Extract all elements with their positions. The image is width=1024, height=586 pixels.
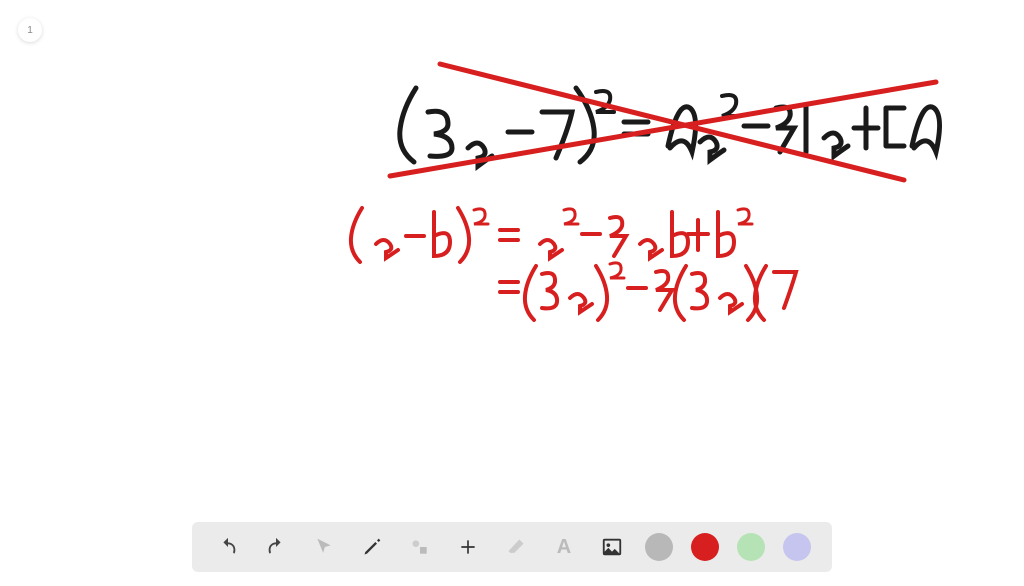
- redo-icon: [265, 536, 287, 558]
- equation-line-2: [351, 208, 752, 262]
- undo-button[interactable]: [213, 532, 243, 562]
- color-red[interactable]: [691, 533, 719, 561]
- handwriting-svg: [0, 0, 1024, 586]
- text-tool[interactable]: A: [549, 532, 579, 562]
- drawing-canvas[interactable]: [0, 0, 1024, 586]
- shapes-icon: [410, 537, 430, 557]
- text-icon: A: [557, 536, 571, 559]
- color-gray[interactable]: [645, 533, 673, 561]
- plus-icon: [458, 537, 478, 557]
- toolbar: A: [192, 522, 832, 572]
- pointer-tool[interactable]: [309, 532, 339, 562]
- plus-tool[interactable]: [453, 532, 483, 562]
- crossout-x: [390, 64, 936, 180]
- pen-tool[interactable]: [357, 532, 387, 562]
- undo-icon: [217, 536, 239, 558]
- image-icon: [601, 536, 623, 558]
- eraser-icon: [506, 537, 526, 557]
- eraser-tool[interactable]: [501, 532, 531, 562]
- redo-button[interactable]: [261, 532, 291, 562]
- color-lightpurple[interactable]: [783, 533, 811, 561]
- color-lightgreen[interactable]: [737, 533, 765, 561]
- image-tool[interactable]: [597, 532, 627, 562]
- equation-line-3: [500, 263, 796, 320]
- shapes-tool[interactable]: [405, 532, 435, 562]
- pointer-icon: [314, 537, 334, 557]
- pen-icon: [362, 537, 382, 557]
